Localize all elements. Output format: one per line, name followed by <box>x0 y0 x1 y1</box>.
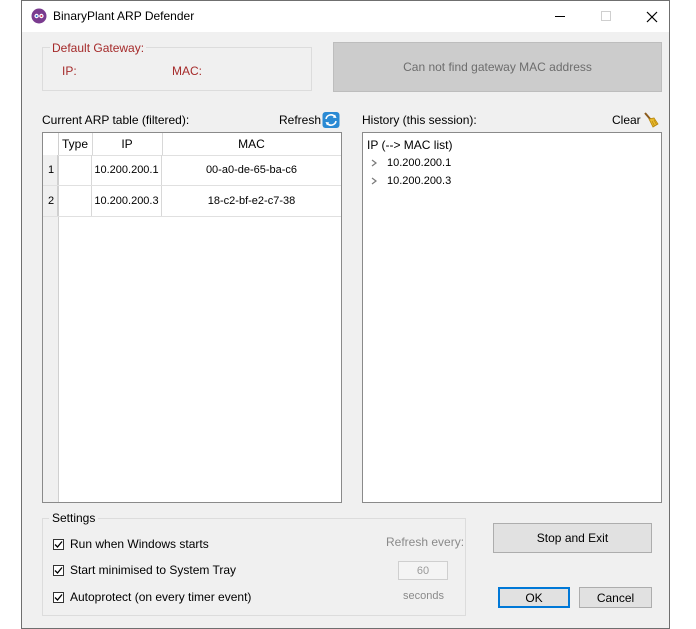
history-tree[interactable]: IP (--> MAC list) 10.200.200.1 10.200.20… <box>362 132 662 503</box>
tree-item-label: 10.200.200.1 <box>387 157 452 169</box>
title-bar[interactable]: BinaryPlant ARP Defender <box>22 1 669 32</box>
row-number: 2 <box>43 186 58 216</box>
chevron-right-icon[interactable] <box>369 158 379 168</box>
default-gateway-group: Default Gateway: IP: MAC: <box>42 41 312 91</box>
maximize-icon <box>600 11 611 21</box>
check-icon <box>54 540 63 548</box>
autoprotect-label: Autoprotect (on every timer event) <box>70 590 252 604</box>
window-title: BinaryPlant ARP Defender <box>53 9 195 23</box>
grid-corner-cell[interactable] <box>43 133 59 155</box>
run-on-start-label: Run when Windows starts <box>70 537 209 551</box>
row-type <box>58 186 92 216</box>
check-icon <box>54 566 63 574</box>
start-minimised-label: Start minimised to System Tray <box>70 563 237 577</box>
minimize-button[interactable] <box>537 1 583 32</box>
row-mac: 18-c2-bf-e2-c7-38 <box>207 195 296 207</box>
row-number: 1 <box>43 155 58 185</box>
gateway-mac-label: MAC: <box>172 64 202 78</box>
row-ip: 10.200.200.3 <box>92 186 162 216</box>
refresh-button[interactable]: Refresh <box>279 111 340 129</box>
refresh-icon <box>322 112 340 128</box>
settings-legend: Settings <box>49 511 99 525</box>
chevron-right-icon[interactable] <box>369 176 379 186</box>
checkbox-box[interactable] <box>53 591 64 603</box>
run-on-start-checkbox[interactable]: Run when Windows starts <box>53 537 209 551</box>
arp-table-label: Current ARP table (filtered): <box>42 113 190 127</box>
app-window: BinaryPlant ARP Defender Default Gateway… <box>21 0 670 629</box>
minimize-icon <box>554 16 565 17</box>
tree-item[interactable]: 10.200.200.3 <box>369 175 451 187</box>
tree-item[interactable]: 10.200.200.1 <box>369 157 451 169</box>
history-root-label: IP (--> MAC list) <box>367 138 453 152</box>
broom-icon <box>643 112 659 128</box>
seconds-label: seconds <box>403 590 444 602</box>
clear-button[interactable]: Clear <box>612 111 660 129</box>
row-type <box>58 155 92 185</box>
checkbox-box[interactable] <box>53 564 64 576</box>
ok-button[interactable]: OK <box>498 587 570 608</box>
table-row[interactable]: 2 10.200.200.3 18-c2-bf-e2-c7-38 <box>43 186 341 217</box>
grid-header-row: Type IP MAC <box>43 133 341 156</box>
refresh-label: Refresh <box>279 113 322 127</box>
default-gateway-legend: Default Gateway: <box>50 41 147 55</box>
history-label: History (this session): <box>362 113 477 127</box>
check-icon <box>54 593 63 601</box>
autoprotect-checkbox[interactable]: Autoprotect (on every timer event) <box>53 590 251 604</box>
gateway-ip-label: IP: <box>62 64 77 78</box>
app-logo-icon <box>31 8 47 24</box>
close-icon <box>646 11 658 22</box>
maximize-button[interactable] <box>583 1 629 32</box>
column-header-ip[interactable]: IP <box>92 133 163 155</box>
column-header-type[interactable]: Type <box>58 133 93 155</box>
stop-and-exit-button[interactable]: Stop and Exit <box>493 523 652 553</box>
row-mac: 00-a0-de-65-ba-c6 <box>205 164 298 176</box>
close-button[interactable] <box>629 1 675 32</box>
table-row[interactable]: 1 10.200.200.1 00-a0-de-65-ba-c6 <box>43 155 341 186</box>
tree-item-label: 10.200.200.3 <box>387 175 452 187</box>
start-minimised-checkbox[interactable]: Start minimised to System Tray <box>53 563 236 577</box>
column-header-mac[interactable]: MAC <box>162 133 341 155</box>
checkbox-box[interactable] <box>53 538 64 550</box>
row-ip: 10.200.200.1 <box>92 155 162 185</box>
gateway-status-message: Can not find gateway MAC address <box>333 42 662 92</box>
arp-table-grid[interactable]: Type IP MAC 1 10.200.200.1 00-a0-de-65-b… <box>42 132 342 503</box>
clear-label: Clear <box>612 113 641 127</box>
refresh-every-label: Refresh every: <box>386 535 465 549</box>
refresh-interval-input[interactable] <box>398 561 448 580</box>
cancel-button[interactable]: Cancel <box>579 587 652 608</box>
